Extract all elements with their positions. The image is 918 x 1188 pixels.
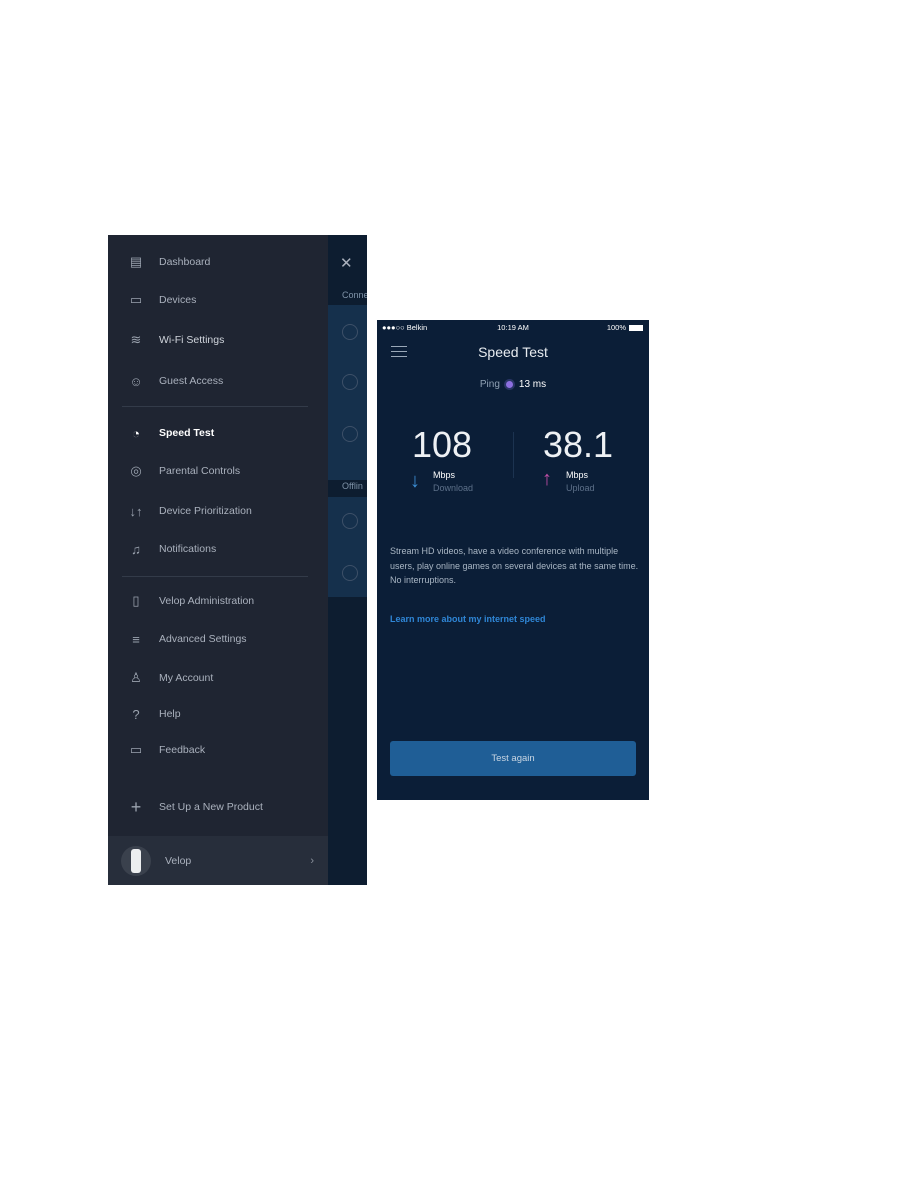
menu-item-velop-administration[interactable]: ▯ Velop Administration <box>108 586 328 616</box>
upload-value: 38.1 <box>543 424 614 465</box>
menu-item-help[interactable]: ? Help <box>108 699 328 729</box>
menu-item-set-up-new-product[interactable]: + Set Up a New Product <box>108 792 328 822</box>
menu-item-my-account[interactable]: ♙ My Account <box>108 663 328 693</box>
devices-icon: ▭ <box>129 292 143 307</box>
menu-item-notifications[interactable]: ♫ Notifications <box>108 534 328 564</box>
chevron-right-icon: › <box>310 854 314 867</box>
learn-more-link[interactable]: Learn more about my internet speed <box>390 614 546 624</box>
side-menu: ▤ Dashboard ▭ Devices ≋ Wi-Fi Settings ☺ Gue… <box>108 235 328 885</box>
user-icon: ♙ <box>130 670 142 685</box>
download-unit: Mbps <box>433 470 456 480</box>
speedometer-icon: ◔ <box>132 425 140 441</box>
divider <box>122 406 308 407</box>
menu-item-guest-access[interactable]: ☺ Guest Access <box>108 366 328 396</box>
velop-footer[interactable]: Velop › <box>108 836 328 885</box>
menu-item-advanced-settings[interactable]: ≡ Advanced Settings <box>108 624 328 654</box>
speed-test-screen: ●●●○○ Belkin 10:19 AM 100% Speed Test Pi… <box>377 320 649 800</box>
priority-arrows-icon: ↓↑ <box>129 503 143 519</box>
divider <box>513 432 514 478</box>
ping-row: Ping 13 ms <box>479 379 547 390</box>
menu-item-speed-test[interactable]: ◔ Speed Test <box>108 418 328 448</box>
device-status-circle <box>342 513 358 529</box>
guest-icon: ☺ <box>129 373 143 389</box>
close-icon[interactable]: ✕ <box>340 254 353 272</box>
menu-item-dashboard[interactable]: ▤ Dashboard <box>108 247 328 277</box>
dashboard-icon: ▤ <box>129 254 143 269</box>
sliders-icon: ≡ <box>132 631 140 647</box>
divider <box>122 576 308 577</box>
device-status-circle <box>342 426 358 442</box>
battery-percent: 100% <box>606 323 626 332</box>
battery-icon <box>629 324 643 331</box>
device-status-circle <box>342 374 358 390</box>
upload-unit: Mbps <box>566 470 589 480</box>
test-again-button[interactable]: Test again <box>390 741 636 776</box>
plus-icon: + <box>130 796 142 817</box>
menu-item-device-prioritization[interactable]: ↓↑ Device Prioritization <box>108 496 328 526</box>
menu-item-feedback[interactable]: ▭ Feedback <box>108 735 328 765</box>
page-title: Speed Test <box>478 344 548 360</box>
background-devices-panel: ✕ Conne Offlin <box>328 235 367 885</box>
upload-label: Upload <box>566 483 595 493</box>
menu-item-wifi-settings[interactable]: ≋ Wi-Fi Settings <box>108 325 328 355</box>
velop-device-avatar <box>121 845 151 876</box>
bell-icon: ♫ <box>131 541 141 557</box>
download-label: Download <box>433 483 474 493</box>
menu-item-parental-controls[interactable]: ◎ Parental Controls <box>108 456 328 486</box>
arrow-up-icon: ↑ <box>542 468 552 490</box>
download-value: 108 <box>412 424 473 465</box>
ping-dot-icon <box>505 381 513 388</box>
speed-description: Stream HD videos, have a video conferenc… <box>390 546 639 585</box>
question-icon: ? <box>132 706 140 722</box>
arrow-down-icon: ↓ <box>410 470 420 492</box>
chat-icon: ▭ <box>129 742 143 757</box>
parental-lock-icon: ◎ <box>130 463 142 478</box>
wifi-icon: ≋ <box>130 332 142 347</box>
menu-item-devices[interactable]: ▭ Devices <box>108 285 328 315</box>
device-status-circle <box>342 324 358 340</box>
device-status-circle <box>342 565 358 581</box>
velop-node-icon: ▯ <box>132 593 140 608</box>
